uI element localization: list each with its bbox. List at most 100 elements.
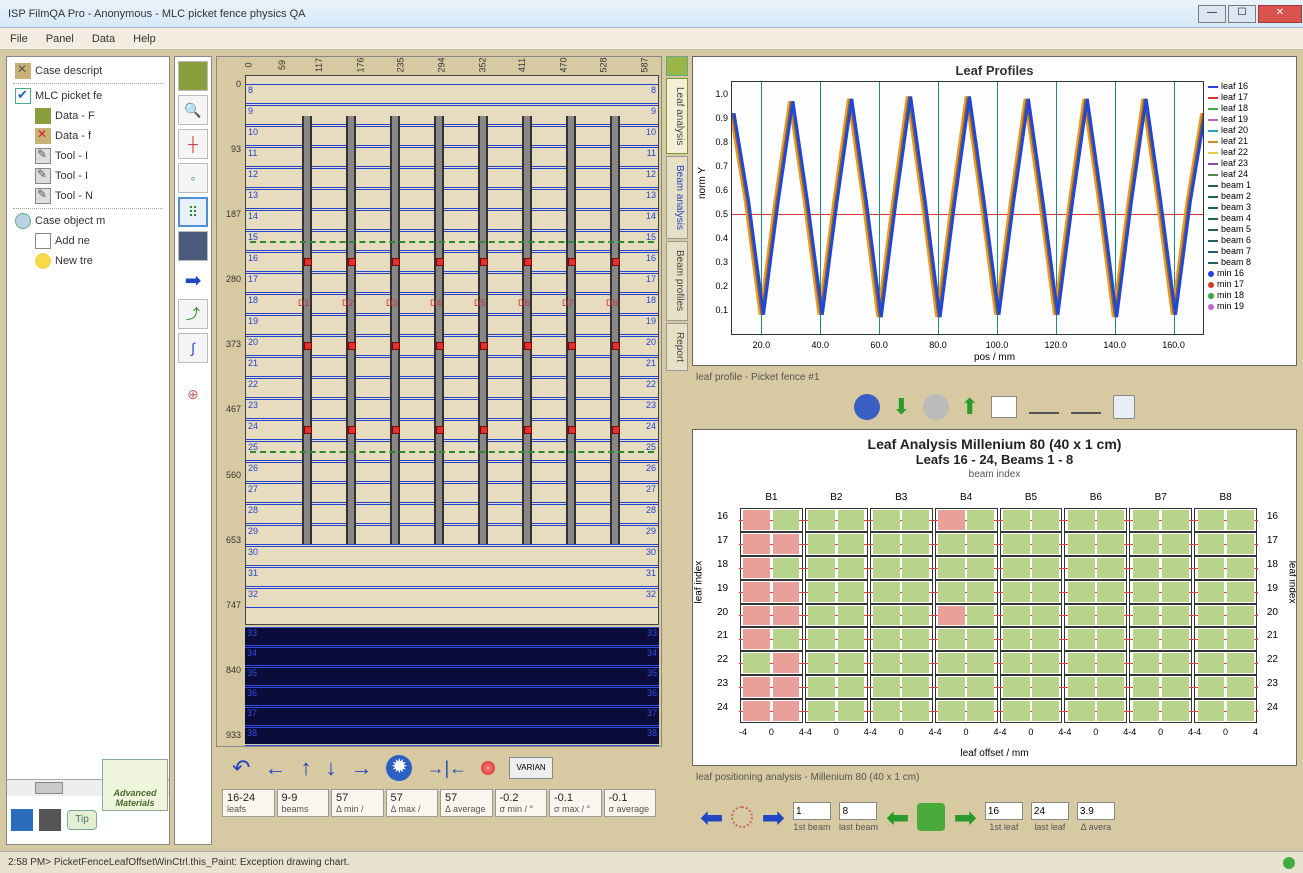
status-text: 2:58 PM> PicketFenceLeafOffsetWinCtrl.th… bbox=[8, 857, 349, 868]
chart-legend: leaf 16leaf 17leaf 18leaf 19leaf 20leaf … bbox=[1208, 81, 1292, 355]
x-icon bbox=[15, 63, 31, 79]
window-title: ISP FilmQA Pro - Anonymous - MLC picket … bbox=[8, 8, 1197, 20]
stat-0: 16-24leafs bbox=[222, 789, 275, 817]
profile-up-icon[interactable]: ⬆ bbox=[961, 394, 979, 420]
chart-plot-area[interactable]: 0.10.20.30.40.50.60.70.80.91.020.040.060… bbox=[731, 81, 1204, 335]
tool-grid[interactable]: ⠿ bbox=[178, 197, 208, 227]
stat-5: -0.2σ min / ° bbox=[495, 789, 548, 817]
tip-button[interactable]: Tip bbox=[67, 810, 97, 830]
stat-4: 57Δ average bbox=[440, 789, 493, 817]
first-beam-input[interactable] bbox=[793, 802, 831, 820]
tool-strip: 🔍 ┼ ◦ ⠿ ➡ ⤴ ∫ ⊕ bbox=[174, 56, 212, 845]
tree-item-1[interactable]: MLC picket fe bbox=[9, 86, 167, 106]
close-button[interactable]: ✕ bbox=[1258, 5, 1302, 23]
arrow-right-icon[interactable]: → bbox=[350, 755, 372, 781]
tree-item-5[interactable]: Tool - I bbox=[9, 166, 167, 186]
profile-caption: leaf profile - Picket fence #1 bbox=[692, 370, 1297, 385]
profile-settings-icon[interactable] bbox=[854, 394, 880, 420]
last-leaf-input[interactable] bbox=[1031, 802, 1069, 820]
nav-target-icon[interactable] bbox=[731, 806, 753, 828]
stat-6: -0.1σ max / ° bbox=[549, 789, 602, 817]
tool-curve[interactable]: ∫ bbox=[178, 333, 208, 363]
settings-gear-icon[interactable] bbox=[386, 755, 412, 781]
minimize-button[interactable]: — bbox=[1198, 5, 1226, 23]
analysis-left-axis: leaf index bbox=[694, 560, 705, 603]
arrow-up-icon[interactable]: ↑ bbox=[300, 755, 311, 781]
arrow-down-icon[interactable]: ↓ bbox=[325, 755, 336, 781]
chart-xlabel: pos / mm bbox=[974, 352, 1015, 363]
vtab-leaf-analysis[interactable]: Leaf analysis bbox=[666, 78, 688, 154]
nav-prev-green-icon[interactable]: ⬅ bbox=[886, 801, 909, 834]
maximize-button[interactable]: ☐ bbox=[1228, 5, 1256, 23]
record-icon[interactable] bbox=[481, 761, 495, 775]
rotate-ccw-icon[interactable]: ↶ bbox=[232, 755, 250, 781]
nav-next-blue-icon[interactable]: ➡ bbox=[761, 801, 784, 834]
tree-item-9[interactable]: New tre bbox=[9, 251, 167, 271]
vtab-icon[interactable] bbox=[666, 56, 688, 76]
collapse-icon[interactable]: →|← bbox=[426, 758, 467, 779]
profile-scale-icon[interactable] bbox=[1071, 400, 1101, 414]
vtab-report[interactable]: Report bbox=[666, 323, 688, 371]
tool-center[interactable]: ◦ bbox=[178, 163, 208, 193]
profile-view-icon[interactable] bbox=[991, 396, 1017, 418]
tool-zoom[interactable]: 🔍 bbox=[178, 95, 208, 125]
varian-button[interactable]: VARIAN bbox=[509, 757, 553, 779]
profile-gear-icon[interactable] bbox=[923, 394, 949, 420]
grid-icon bbox=[35, 108, 51, 124]
avg-input[interactable] bbox=[1077, 802, 1115, 820]
beam-col-B4: B4-404 bbox=[935, 508, 998, 723]
analysis-bottom-axis: leaf offset / mm bbox=[960, 748, 1028, 759]
tool-icon bbox=[35, 168, 51, 184]
menu-panel[interactable]: Panel bbox=[46, 33, 74, 45]
last-beam-input[interactable] bbox=[839, 802, 877, 820]
tool-crosshair[interactable]: ┼ bbox=[178, 129, 208, 159]
tree-item-6[interactable]: Tool - N bbox=[9, 186, 167, 206]
profile-export-icon[interactable] bbox=[1113, 395, 1135, 419]
star-icon bbox=[35, 253, 51, 269]
nav-gear-icon[interactable] bbox=[917, 803, 945, 831]
first-leaf-input[interactable] bbox=[985, 802, 1023, 820]
analysis-caption: leaf positioning analysis - Millenium 80… bbox=[692, 770, 1297, 785]
nav-prev-blue-icon[interactable]: ⬅ bbox=[700, 801, 723, 834]
tool-swatch[interactable] bbox=[178, 61, 208, 91]
menu-help[interactable]: Help bbox=[133, 33, 156, 45]
vtab-beam-analysis[interactable]: Beam analysis bbox=[666, 156, 688, 239]
profile-down-icon[interactable]: ⬇ bbox=[892, 394, 910, 420]
beam-col-B5: B5-404 bbox=[1000, 508, 1063, 723]
arrow-left-icon[interactable]: ← bbox=[264, 755, 286, 781]
tree-item-0[interactable]: Case descript bbox=[9, 61, 167, 81]
chart-title: Leaf Profiles bbox=[699, 63, 1290, 78]
gear-icon bbox=[15, 213, 31, 229]
advanced-materials-logo: Advanced Materials bbox=[102, 759, 168, 811]
film-image-view[interactable]: 059117176235294352411470528587 093187280… bbox=[216, 56, 662, 747]
tree-item-3[interactable]: Data - f bbox=[9, 126, 167, 146]
print-icon[interactable] bbox=[39, 809, 61, 831]
stat-7: -0.1σ average bbox=[604, 789, 657, 817]
menu-file[interactable]: File bbox=[10, 33, 28, 45]
tool-image[interactable] bbox=[178, 231, 208, 261]
tree-item-8[interactable]: Add ne bbox=[9, 231, 167, 251]
leaf-analysis-grid: Leaf Analysis Millenium 80 (40 x 1 cm) L… bbox=[692, 429, 1297, 766]
tool-marker[interactable]: ⊕ bbox=[178, 379, 208, 409]
beam-col-B8: B8-404161718192021222324 bbox=[1194, 508, 1257, 723]
ruler-left: 093187280373467560653747840933 bbox=[217, 75, 243, 744]
stat-2: 57Δ min / bbox=[331, 789, 384, 817]
profile-ruler-icon[interactable] bbox=[1029, 400, 1059, 414]
tool-arrow-right[interactable]: ➡ bbox=[178, 265, 208, 295]
beam-col-B1: B1-404161718192021222324 bbox=[740, 508, 803, 723]
leaf-profiles-chart: Leaf Profiles norm Y pos / mm 0.10.20.30… bbox=[692, 56, 1297, 366]
tool-icon bbox=[35, 188, 51, 204]
vtab-beam-profiles[interactable]: Beam profiles bbox=[666, 241, 688, 320]
analysis-right-axis: leaf index bbox=[1287, 560, 1298, 603]
tree-item-7[interactable]: Case object m bbox=[9, 211, 167, 231]
analysis-top-axis: beam index bbox=[699, 469, 1290, 480]
nav-next-green-icon[interactable]: ➡ bbox=[953, 801, 976, 834]
film-area: 8899101011111212131314141515161617171818… bbox=[245, 75, 659, 625]
film-dark-area: 33333434353536363737383839394040 bbox=[245, 627, 659, 744]
stat-1: 9-9beams bbox=[277, 789, 330, 817]
save-icon[interactable] bbox=[11, 809, 33, 831]
tree-item-4[interactable]: Tool - I bbox=[9, 146, 167, 166]
tool-step[interactable]: ⤴ bbox=[178, 299, 208, 329]
menu-data[interactable]: Data bbox=[92, 33, 115, 45]
tree-item-2[interactable]: Data - F bbox=[9, 106, 167, 126]
